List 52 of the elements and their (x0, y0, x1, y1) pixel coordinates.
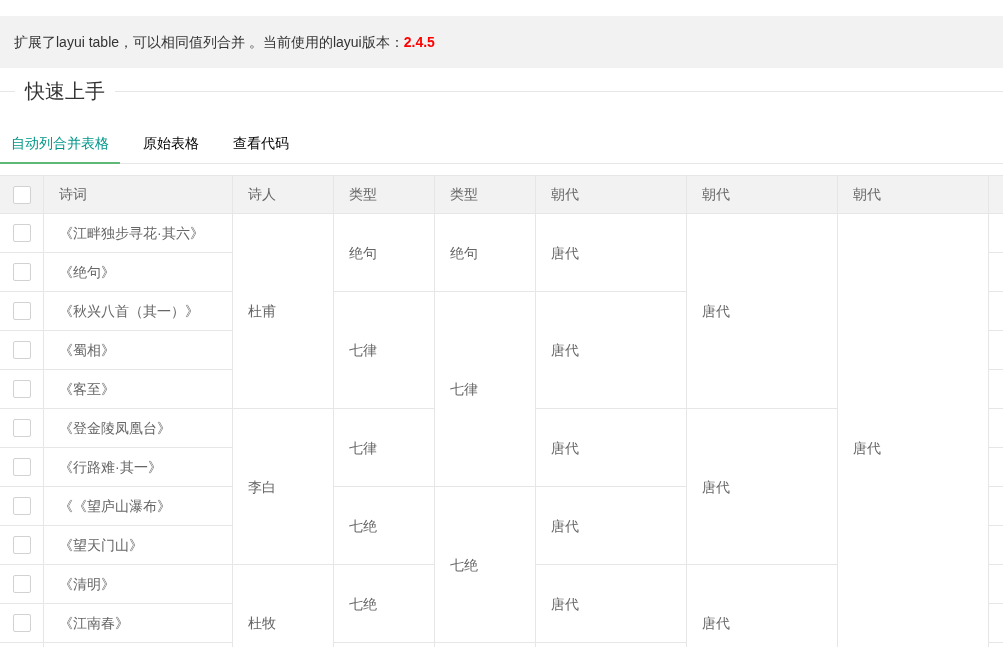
row-checkbox[interactable] (12, 458, 31, 476)
table-cell: 七律 (334, 409, 435, 487)
column-header: 朝代 (536, 176, 687, 213)
table-cell: 李白 (233, 409, 334, 565)
tab[interactable]: 查看代码 (222, 124, 300, 164)
table-cell: 《蜀相》 (44, 331, 233, 370)
table-cell: 《望天门山》 (44, 526, 233, 565)
table-cell: 《行路难·其一》 (44, 448, 233, 487)
column-header: 类型 (435, 176, 536, 213)
table-cell: 唐代 (536, 487, 687, 565)
row-checkbox[interactable] (12, 341, 31, 359)
section-title: 快速上手 (23, 79, 106, 104)
table-cell: 绝句 (435, 214, 536, 292)
row-checkbox[interactable] (12, 224, 31, 242)
tab[interactable]: 原始表格 (132, 124, 210, 164)
table-cell: 七绝 (334, 565, 435, 643)
column-header: 朝代 (687, 176, 838, 213)
table-cell: 七律 (334, 292, 435, 409)
table-cell: 《秋兴八首（其一）》 (44, 292, 233, 331)
row-checkbox[interactable] (12, 497, 31, 515)
column-header: 类型 (334, 176, 435, 213)
row-checkbox[interactable] (12, 575, 31, 593)
table-cell: 《《望庐山瀑布》 (44, 487, 233, 526)
column-header: 诗词 (44, 176, 233, 213)
row-checkbox[interactable] (12, 302, 31, 320)
row-checkbox[interactable] (12, 419, 31, 437)
table-cell: 《绝句》 (44, 253, 233, 292)
table-cell: 《清明》 (44, 565, 233, 604)
select-all-checkbox[interactable] (12, 185, 31, 204)
table-cell: 七绝 (435, 487, 536, 643)
table-cell: 七绝 (334, 487, 435, 565)
row-checkbox[interactable] (12, 536, 31, 554)
table-cell: 唐代 (687, 409, 838, 565)
table-cell: 唐代 (536, 565, 687, 643)
notice-text: 扩展了layui table，可以相同值列合并 。当前使用的layui版本：2.4.5 (14, 32, 435, 52)
table-cell: 《登金陵凤凰台》 (44, 409, 233, 448)
table-cell: 绝句 (334, 214, 435, 292)
table-cell: 唐代 (536, 409, 687, 487)
column-header: 朝代 (838, 176, 989, 213)
table-cell: 杜甫 (233, 214, 334, 409)
table-cell: 《江南春》 (44, 604, 233, 643)
table-cell: 唐代 (687, 214, 838, 409)
table-cell: 《江畔独步寻花·其六》 (44, 214, 233, 253)
table-cell: 唐代 (536, 292, 687, 409)
row-checkbox[interactable] (12, 380, 31, 398)
row-checkbox[interactable] (12, 614, 31, 632)
table-cell: 《客至》 (44, 370, 233, 409)
table-cell: 七律 (435, 292, 536, 487)
column-header: 诗人 (233, 176, 334, 213)
tab[interactable]: 自动列合并表格 (0, 124, 120, 164)
table-cell: 唐代 (536, 214, 687, 292)
row-checkbox[interactable] (12, 263, 31, 281)
